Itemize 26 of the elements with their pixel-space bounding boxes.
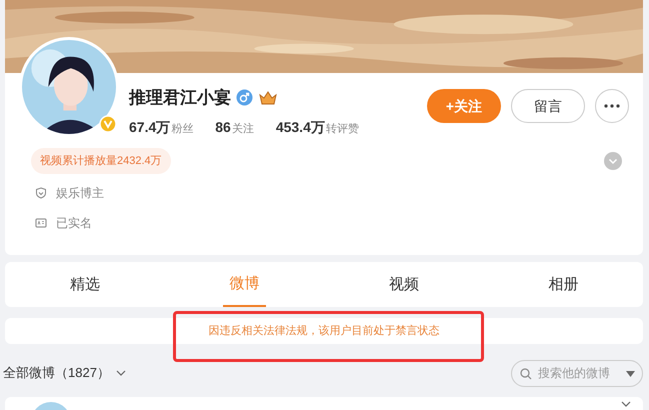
stat-label: 关注 [232, 122, 254, 136]
stat-value: 86 [215, 118, 231, 136]
stat-label: 粉丝 [171, 122, 194, 136]
shield-icon [35, 187, 47, 199]
profile-detail: 已实名 [56, 215, 92, 232]
chevron-down-icon [116, 370, 126, 376]
crown-icon [258, 90, 278, 106]
feed-filter[interactable]: 全部微博（1827） [3, 363, 126, 383]
id-card-icon [35, 217, 47, 229]
stat-label: 转评赞 [326, 122, 359, 136]
more-icon [604, 104, 620, 108]
profile-detail: 娱乐博主 [56, 185, 104, 202]
dropdown-icon[interactable] [626, 370, 635, 376]
video-plays-badge: 视频累计播放量2432.4万 [31, 148, 171, 174]
chevron-down-icon[interactable] [621, 401, 631, 407]
tab[interactable]: 视频 [382, 262, 426, 307]
more-button[interactable] [595, 89, 629, 123]
ban-notice: 因违反相关法律法规，该用户目前处于禁言状态 [208, 324, 440, 339]
search-field[interactable]: 搜索他的微博 [511, 360, 643, 386]
stat-value: 453.4万 [276, 118, 325, 136]
search-icon [520, 368, 532, 380]
tab[interactable]: 精选 [63, 262, 106, 307]
stat-value: 67.4万 [129, 118, 170, 136]
tab[interactable]: 相册 [542, 262, 585, 307]
message-button[interactable]: 留言 [511, 89, 585, 123]
user-name: 推理君江小宴 [129, 87, 231, 109]
